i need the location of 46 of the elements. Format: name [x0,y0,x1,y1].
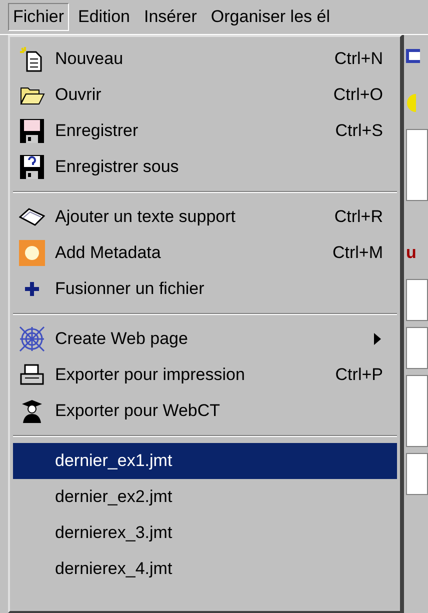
menu-title[interactable]: Fichier [8,3,70,31]
menu-item[interactable]: Exporter pour WebCT [13,393,397,429]
recent-file-item[interactable]: dernierex_4.jmt [13,551,397,587]
menu-item-label: Add Metadata [55,243,162,263]
shortcut-label: Ctrl+S [335,121,383,141]
menu-item-label: Ajouter un texte support [55,207,237,227]
panel [406,129,428,201]
recent-file-item[interactable]: dernier_ex2.jmt [13,479,397,515]
recent-file-item[interactable]: dernier_ex1.jmt [13,443,397,479]
menu-item-label: Fusionner un fichier [55,279,206,299]
menu-item-label: Create Web page [55,329,189,349]
menu-item-label: Nouveau [55,49,124,69]
menu-item[interactable]: Add Metadata Ctrl+M [13,235,397,271]
menu-item[interactable]: Enregistrer sous [13,149,397,185]
recent-file-item[interactable]: dernierex_3.jmt [13,515,397,551]
menu-item[interactable]: Ajouter un texte support Ctrl+R [13,199,397,235]
shortcut-label: Ctrl+O [333,85,383,105]
menu-item[interactable]: Ouvrir Ctrl+O [13,77,397,113]
menu-item-label: Ouvrir [55,85,102,105]
menu-item[interactable]: Fusionner un fichier [13,271,397,307]
menu-item-label: Enregistrer [55,121,140,141]
printer-icon [19,362,45,388]
menu-item[interactable]: Nouveau Ctrl+N [13,41,397,77]
sun-icon [19,240,45,266]
new-page-icon [19,46,45,72]
menu-item-label: Exporter pour WebCT [55,401,222,421]
panel [406,375,428,447]
bulb-icon [406,93,416,113]
floppy-question-icon [19,154,45,180]
menu-item[interactable]: Create Web page [13,321,397,357]
heading-fragment: u [406,243,416,263]
panel [406,453,428,495]
menu-item-label: Exporter pour impression [55,365,246,385]
panel [406,279,428,321]
menu-item[interactable]: Exporter pour impression Ctrl+P [13,357,397,393]
panel [406,327,428,369]
menu-item-label: Enregistrer sous [55,157,180,177]
menu-title[interactable]: Organiser les él [206,3,335,31]
shortcut-label: Ctrl+P [335,365,383,385]
shortcut-label: Ctrl+M [332,243,383,263]
menu-title[interactable]: Edition [73,3,135,31]
shortcut-label: Ctrl+N [334,49,383,69]
web-icon [19,326,45,352]
menu-title[interactable]: Insérer [139,3,202,31]
shortcut-label: Ctrl+R [334,207,383,227]
menu-item[interactable]: Enregistrer Ctrl+S [13,113,397,149]
